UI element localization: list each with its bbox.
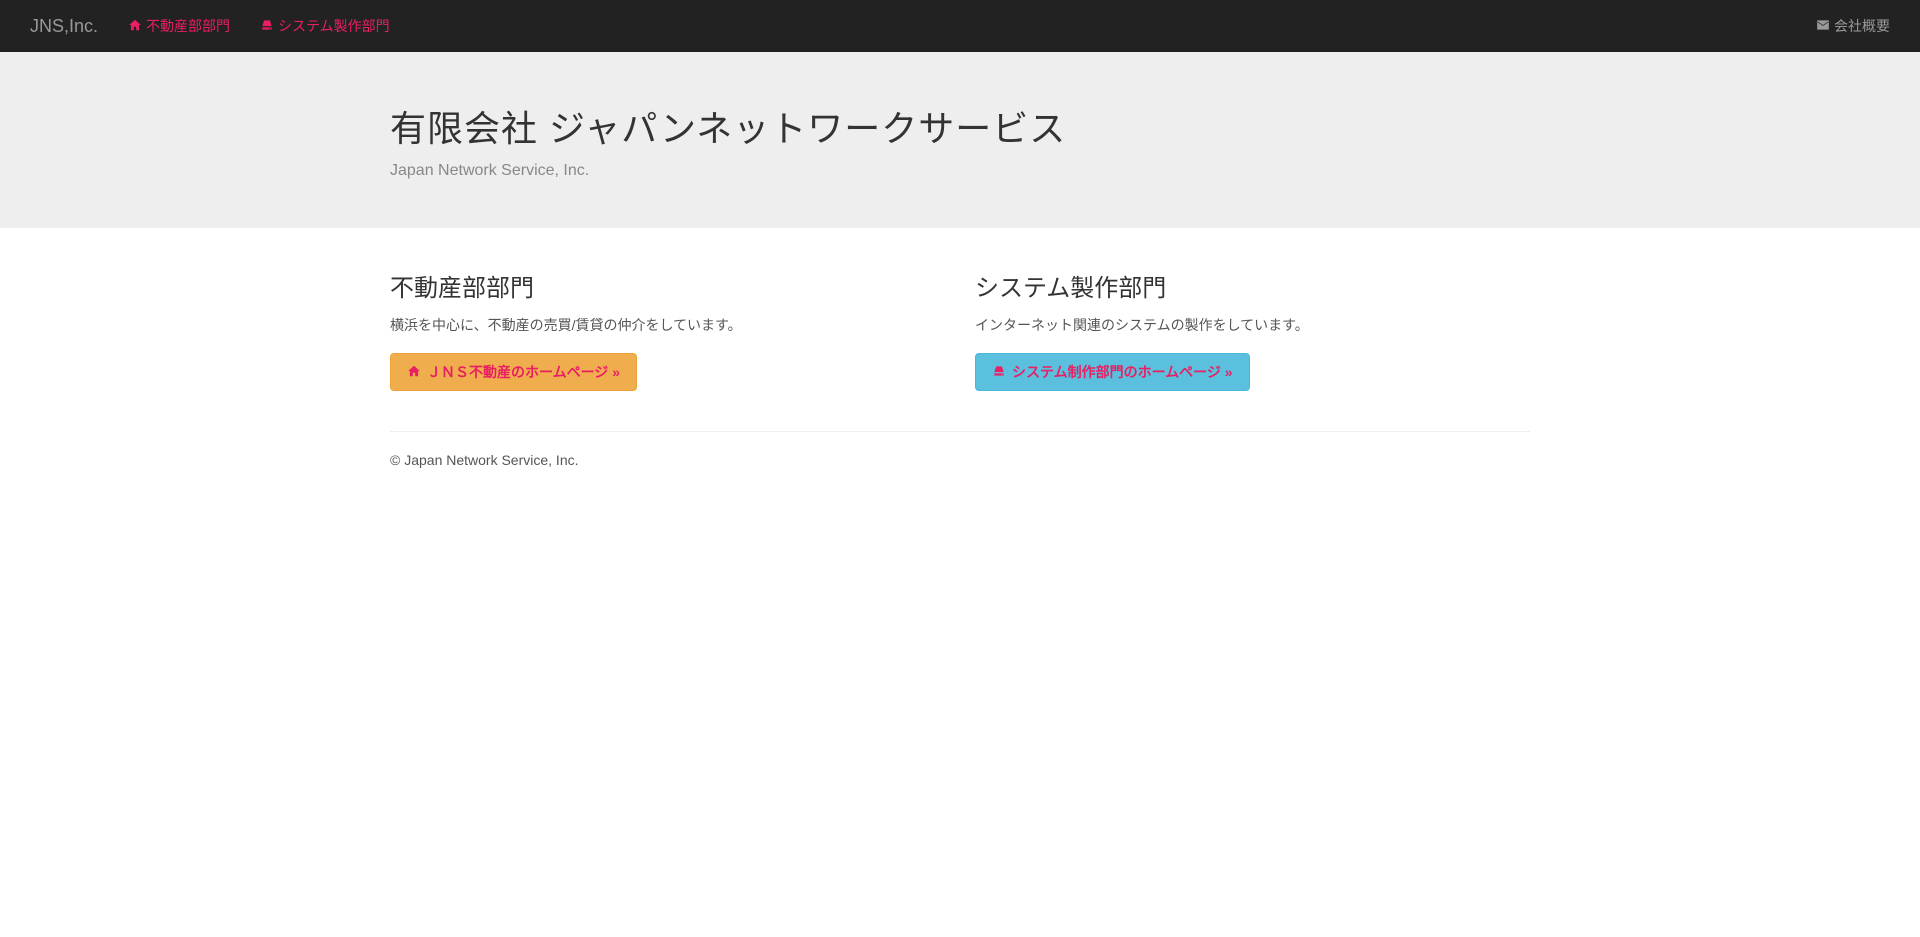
nav-item-label: 不動産部部門: [146, 16, 230, 36]
nav-item-label: 会社概要: [1834, 16, 1890, 36]
section-text: 横浜を中心に、不動産の売買/賃貸の仲介をしています。: [390, 315, 945, 335]
section-realestate: 不動産部部門 横浜を中心に、不動産の売買/賃貸の仲介をしています。 ＪＮＳ不動産…: [375, 268, 960, 391]
hdd-icon: [260, 18, 274, 35]
section-heading: 不動産部部門: [390, 268, 945, 303]
envelope-icon: [1816, 18, 1830, 35]
section-system: システム製作部門 インターネット関連のシステムの製作をしています。 システム制作…: [960, 268, 1545, 391]
system-homepage-button[interactable]: システム制作部門のホームページ »: [975, 353, 1250, 391]
page-subtitle: Japan Network Service, Inc.: [390, 162, 1530, 180]
button-label: ＪＮＳ不動産のホームページ »: [427, 362, 620, 382]
home-icon: [407, 364, 421, 381]
page-title: 有限会社 ジャパンネットワークサービス: [390, 100, 1530, 152]
hdd-icon: [992, 364, 1006, 381]
brand-link[interactable]: JNS,Inc.: [15, 1, 113, 52]
button-label: システム制作部門のホームページ »: [1012, 362, 1233, 382]
nav-item-company[interactable]: 会社概要: [1801, 1, 1905, 51]
nav-left: JNS,Inc. 不動産部部門 システム製作部門: [15, 1, 405, 52]
nav-item-realestate[interactable]: 不動産部部門: [113, 1, 245, 51]
nav-item-system[interactable]: システム製作部門: [245, 1, 405, 51]
realestate-homepage-button[interactable]: ＪＮＳ不動産のホームページ »: [390, 353, 637, 391]
section-heading: システム製作部門: [975, 268, 1530, 303]
navbar: JNS,Inc. 不動産部部門 システム製作部門 会社概要: [0, 0, 1920, 52]
jumbotron: 有限会社 ジャパンネットワークサービス Japan Network Servic…: [0, 52, 1920, 228]
nav-right: 会社概要: [1801, 1, 1905, 51]
footer-text: © Japan Network Service, Inc.: [390, 452, 1530, 468]
nav-item-label: システム製作部門: [278, 16, 390, 36]
home-icon: [128, 18, 142, 35]
section-text: インターネット関連のシステムの製作をしています。: [975, 315, 1530, 335]
main-content: 不動産部部門 横浜を中心に、不動産の売買/賃貸の仲介をしています。 ＪＮＳ不動産…: [375, 228, 1545, 526]
divider: [390, 431, 1530, 432]
footer: © Japan Network Service, Inc.: [390, 452, 1530, 526]
